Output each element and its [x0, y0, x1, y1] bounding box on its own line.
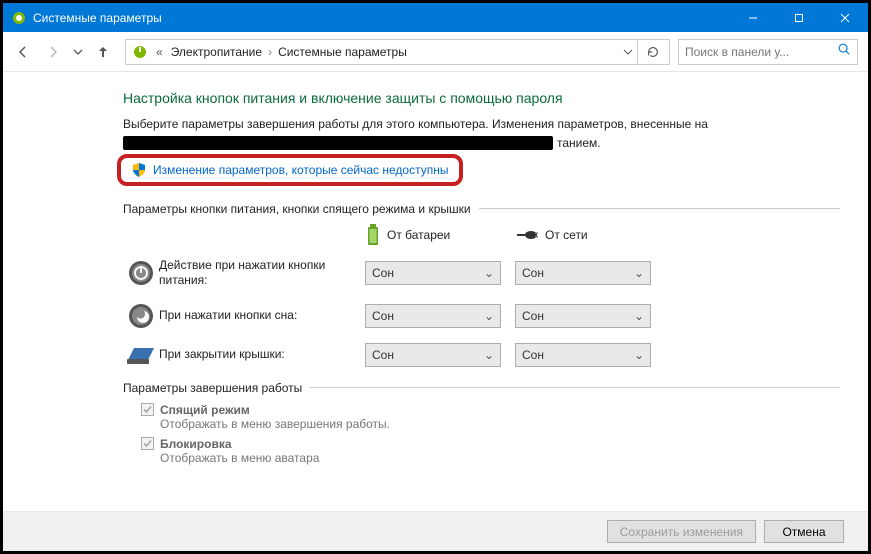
cancel-button[interactable]: Отмена	[764, 520, 844, 543]
row-lid-close: При закрытии крышки: Сон⌄ Сон⌄	[123, 343, 840, 367]
save-button[interactable]: Сохранить изменения	[607, 520, 756, 543]
uac-change-link[interactable]: Изменение параметров, которые сейчас нед…	[117, 154, 463, 186]
search-box[interactable]	[678, 39, 858, 65]
close-button[interactable]	[822, 3, 868, 32]
breadcrumb-parent[interactable]: Электропитание	[167, 45, 266, 59]
back-button[interactable]	[9, 38, 37, 66]
minimize-button[interactable]	[730, 3, 776, 32]
breadcrumb-lead: «	[152, 45, 167, 59]
redacted-text-1	[123, 136, 553, 150]
checkbox-lock[interactable]	[141, 437, 154, 450]
chevron-down-icon: ⌄	[484, 348, 494, 362]
window-title: Системные параметры	[33, 11, 730, 25]
breadcrumb-current[interactable]: Системные параметры	[274, 45, 411, 59]
power-button-icon	[123, 260, 159, 286]
chk-lock-label: Блокировка	[160, 437, 232, 451]
chk-sleep-desc: Отображать в меню завершения работы.	[160, 417, 840, 431]
footer-bar: Сохранить изменения Отмена	[3, 511, 868, 551]
chk-sleep-label: Спящий режим	[160, 403, 250, 417]
section-shutdown-heading: Параметры завершения работы	[123, 381, 840, 395]
dd-power-battery[interactable]: Сон⌄	[365, 261, 501, 285]
app-icon	[11, 10, 27, 26]
address-bar[interactable]: « Электропитание › Системные параметры	[125, 39, 670, 65]
maximize-button[interactable]	[776, 3, 822, 32]
search-input[interactable]	[685, 45, 837, 59]
lid-icon	[123, 344, 159, 366]
dd-power-ac[interactable]: Сон⌄	[515, 261, 651, 285]
row-sleep-label: При нажатии кнопки сна:	[159, 308, 365, 324]
window: Системные параметры « Электропитание › С…	[0, 0, 871, 554]
breadcrumb-dropdown[interactable]	[619, 47, 637, 57]
col-battery: От батареи	[365, 224, 515, 246]
row-lid-label: При закрытии крышки:	[159, 347, 365, 363]
chevron-down-icon: ⌄	[634, 266, 644, 280]
power-plan-icon	[132, 44, 148, 60]
toolbar: « Электропитание › Системные параметры	[3, 32, 868, 72]
shield-icon	[131, 162, 147, 178]
uac-link-text: Изменение параметров, которые сейчас нед…	[153, 163, 449, 177]
row-power-label: Действие при нажатии кнопки питания:	[159, 258, 365, 289]
section-buttons-heading: Параметры кнопки питания, кнопки спящего…	[123, 202, 840, 216]
power-columns-header: От батареи От сети	[365, 224, 840, 246]
dd-lid-battery[interactable]: Сон⌄	[365, 343, 501, 367]
plug-icon	[515, 227, 539, 243]
forward-button[interactable]	[39, 38, 67, 66]
content-pane: Настройка кнопок питания и включение защ…	[3, 72, 868, 511]
chk-lock-row: Блокировка	[141, 437, 840, 451]
dd-sleep-battery[interactable]: Сон⌄	[365, 304, 501, 328]
dd-sleep-ac[interactable]: Сон⌄	[515, 304, 651, 328]
search-icon	[837, 42, 851, 61]
dd-lid-ac[interactable]: Сон⌄	[515, 343, 651, 367]
sleep-button-icon	[123, 303, 159, 329]
chevron-down-icon: ⌄	[634, 348, 644, 362]
chk-sleep-row: Спящий режим	[141, 403, 840, 417]
breadcrumb-sep: ›	[266, 45, 274, 59]
title-bar: Системные параметры	[3, 3, 868, 32]
chevron-down-icon: ⌄	[484, 266, 494, 280]
chevron-down-icon: ⌄	[484, 309, 494, 323]
recent-dropdown[interactable]	[69, 38, 87, 66]
intro-text-2: танием.	[123, 135, 763, 152]
row-sleep-button: При нажатии кнопки сна: Сон⌄ Сон⌄	[123, 303, 840, 329]
up-button[interactable]	[89, 38, 117, 66]
col-ac: От сети	[515, 227, 665, 243]
chk-lock-desc: Отображать в меню аватара	[160, 451, 840, 465]
chevron-down-icon: ⌄	[634, 309, 644, 323]
row-power-button: Действие при нажатии кнопки питания: Сон…	[123, 258, 840, 289]
intro-tail: танием.	[557, 135, 601, 152]
checkbox-sleep[interactable]	[141, 403, 154, 416]
page-title: Настройка кнопок питания и включение защ…	[123, 90, 840, 106]
refresh-button[interactable]	[637, 39, 667, 65]
intro-text-1: Выберите параметры завершения работы для…	[123, 116, 763, 133]
battery-icon	[365, 224, 381, 246]
